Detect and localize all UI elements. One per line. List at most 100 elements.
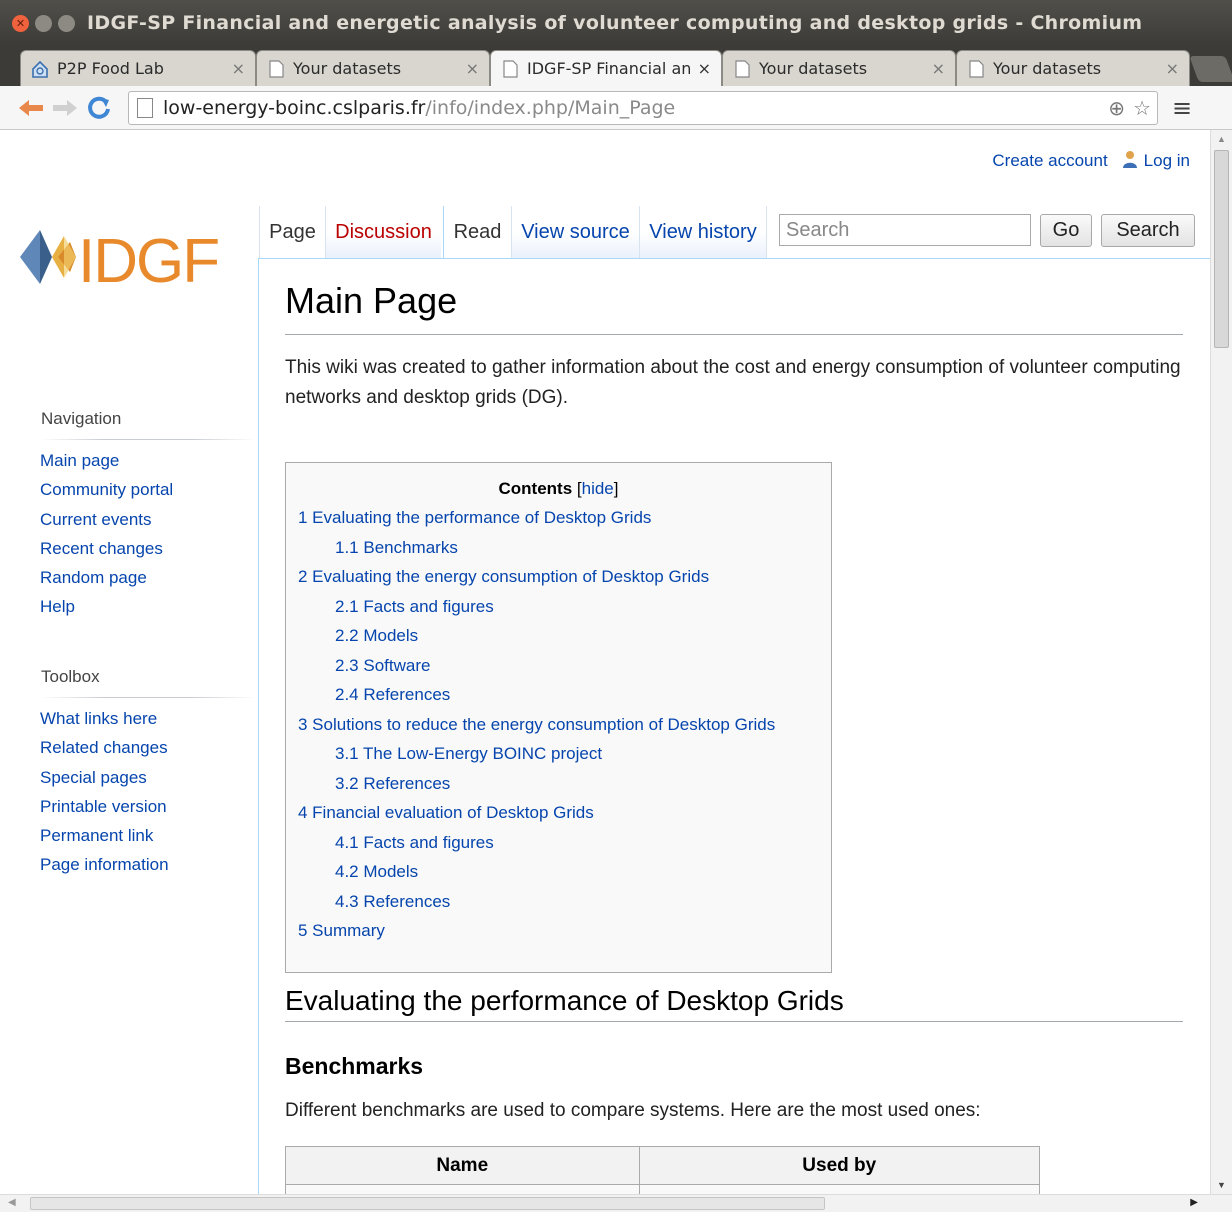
toc-link[interactable]: 1.1 Benchmarks	[335, 538, 458, 557]
toc-item[interactable]: 1 Evaluating the performance of Desktop …	[298, 507, 819, 537]
tab-view-history-label[interactable]: View history	[649, 221, 756, 244]
toc-item[interactable]: 2.2 Models	[298, 625, 819, 655]
sidebar-link[interactable]: Special pages	[40, 768, 147, 787]
tab-view-history[interactable]: View history	[639, 206, 767, 258]
sidebar-link[interactable]: Random page	[40, 568, 147, 587]
forward-arrow-icon[interactable]	[50, 93, 80, 123]
sidebar-item-printable-version[interactable]: Printable version	[40, 797, 169, 826]
toc-link[interactable]: 2.1 Facts and figures	[335, 597, 494, 616]
address-bar[interactable]: low-energy-boinc.cslparis.fr/info/index.…	[128, 90, 1158, 125]
scroll-right-icon[interactable]: ▶	[1190, 1197, 1198, 1208]
toc-item[interactable]: 4.1 Facts and figures	[298, 832, 819, 862]
sidebar-item-special-pages[interactable]: Special pages	[40, 768, 169, 797]
search-button[interactable]: Search	[1101, 214, 1195, 247]
sidebar-item-random-page[interactable]: Random page	[40, 568, 173, 597]
scroll-up-icon[interactable]: ▲	[1217, 134, 1226, 144]
toc-item[interactable]: 4 Financial evaluation of Desktop Grids	[298, 802, 819, 832]
toc-link[interactable]: 4 Financial evaluation of Desktop Grids	[298, 803, 594, 822]
toc-hide-link[interactable]: hide	[582, 479, 614, 498]
browser-tab-your-datasets-1[interactable]: Your datasets ×	[256, 50, 490, 86]
search-input[interactable]: Search	[779, 214, 1031, 246]
sidebar-link[interactable]: Main page	[40, 451, 119, 470]
toc-link[interactable]: 2.3 Software	[335, 656, 430, 675]
toc-item[interactable]: 4.2 Models	[298, 861, 819, 891]
browser-tab-your-datasets-3[interactable]: Your datasets ×	[956, 50, 1190, 86]
tab-close-icon[interactable]: ×	[932, 59, 945, 78]
browser-tab-idgf-sp[interactable]: IDGF-SP Financial an ×	[490, 50, 722, 86]
tab-view-source-label[interactable]: View source	[521, 221, 630, 244]
zoom-icon[interactable]: ⊕	[1108, 96, 1125, 120]
reload-icon[interactable]	[84, 93, 114, 123]
tab-discussion[interactable]: Discussion	[325, 206, 441, 258]
sidebar-link[interactable]: Help	[40, 597, 75, 616]
sidebar-item-permanent-link[interactable]: Permanent link	[40, 826, 169, 855]
toc-link[interactable]: 3.2 References	[335, 774, 450, 793]
horizontal-scrollbar[interactable]: ◀ ▶	[0, 1194, 1232, 1212]
sidebar-link[interactable]: Page information	[40, 855, 169, 874]
tab-close-icon[interactable]: ×	[466, 59, 479, 78]
browser-tab-your-datasets-2[interactable]: Your datasets ×	[722, 50, 956, 86]
toc-item[interactable]: 4.3 References	[298, 891, 819, 921]
sidebar-item-current-events[interactable]: Current events	[40, 510, 173, 539]
bookmark-star-icon[interactable]: ☆	[1133, 96, 1151, 120]
scroll-left-icon[interactable]: ◀	[8, 1197, 16, 1208]
tab-page[interactable]: Page	[259, 206, 325, 258]
tab-close-icon[interactable]: ×	[1166, 59, 1179, 78]
sidebar-link[interactable]: Permanent link	[40, 826, 153, 845]
sidebar-link[interactable]: Current events	[40, 510, 152, 529]
idgf-logo[interactable]: IDGF	[18, 222, 250, 292]
toc-link[interactable]: 3.1 The Low-Energy BOINC project	[335, 744, 602, 763]
go-button[interactable]: Go	[1040, 214, 1092, 247]
log-in-link[interactable]: Log in	[1144, 151, 1190, 170]
toc-link[interactable]: 4.3 References	[335, 892, 450, 911]
create-account-link[interactable]: Create account	[992, 151, 1107, 171]
sidebar-link[interactable]: Related changes	[40, 738, 168, 757]
toc-item[interactable]: 1.1 Benchmarks	[298, 537, 819, 567]
tab-close-icon[interactable]: ×	[698, 59, 711, 78]
toc-link[interactable]: 2.4 References	[335, 685, 450, 704]
scroll-down-icon[interactable]: ▼	[1217, 1180, 1226, 1190]
toc-item[interactable]: 3.1 The Low-Energy BOINC project	[298, 743, 819, 773]
tab-view-source[interactable]: View source	[511, 206, 639, 258]
sidebar-item-help[interactable]: Help	[40, 597, 173, 626]
toc-item[interactable]: 5 Summary	[298, 920, 819, 950]
sidebar-link[interactable]: What links here	[40, 709, 157, 728]
back-arrow-icon[interactable]	[16, 93, 46, 123]
window-maximize-icon[interactable]	[58, 14, 75, 32]
content-left-border	[258, 258, 259, 1194]
toc-item[interactable]: 2.4 References	[298, 684, 819, 714]
toc-item[interactable]: 2 Evaluating the energy consumption of D…	[298, 566, 819, 596]
tab-read[interactable]: Read	[443, 206, 511, 258]
window-minimize-icon[interactable]	[35, 14, 52, 32]
toc-item[interactable]: 3 Solutions to reduce the energy consump…	[298, 714, 819, 744]
browser-tab-p2p-food-lab[interactable]: P2P Food Lab ×	[20, 50, 256, 86]
hamburger-menu-icon[interactable]: ≡	[1172, 94, 1192, 122]
window-close-icon[interactable]: ✕	[12, 14, 29, 32]
vertical-scrollbar[interactable]: ▲ ▼	[1210, 130, 1232, 1194]
toc-link[interactable]: 4.1 Facts and figures	[335, 833, 494, 852]
toc-link[interactable]: 2 Evaluating the energy consumption of D…	[298, 567, 709, 586]
sidebar-item-related-changes[interactable]: Related changes	[40, 738, 169, 767]
toc-link[interactable]: 4.2 Models	[335, 862, 418, 881]
toc-item[interactable]: 2.1 Facts and figures	[298, 596, 819, 626]
sidebar-item-what-links-here[interactable]: What links here	[40, 709, 169, 738]
window-title-bar: ✕ IDGF-SP Financial and energetic analys…	[0, 0, 1232, 46]
toc-item[interactable]: 2.3 Software	[298, 655, 819, 685]
sidebar-item-recent-changes[interactable]: Recent changes	[40, 539, 173, 568]
sidebar-item-page-information[interactable]: Page information	[40, 855, 169, 884]
sidebar-link[interactable]: Printable version	[40, 797, 167, 816]
toc-link[interactable]: 3 Solutions to reduce the energy consump…	[298, 715, 775, 734]
tab-close-icon[interactable]: ×	[232, 59, 245, 78]
toc-link[interactable]: 5 Summary	[298, 921, 385, 940]
toc-link[interactable]: 2.2 Models	[335, 626, 418, 645]
sidebar-item-community-portal[interactable]: Community portal	[40, 480, 173, 509]
sidebar-link[interactable]: Recent changes	[40, 539, 163, 558]
toc-item[interactable]: 3.2 References	[298, 773, 819, 803]
scrollbar-thumb[interactable]	[1214, 150, 1229, 348]
sidebar-link[interactable]: Community portal	[40, 480, 173, 499]
sidebar-item-main-page[interactable]: Main page	[40, 451, 173, 480]
scrollbar-thumb[interactable]	[30, 1197, 825, 1210]
tab-discussion-label[interactable]: Discussion	[335, 221, 432, 244]
toc-link[interactable]: 1 Evaluating the performance of Desktop …	[298, 508, 651, 527]
new-tab-button[interactable]	[1189, 56, 1232, 82]
